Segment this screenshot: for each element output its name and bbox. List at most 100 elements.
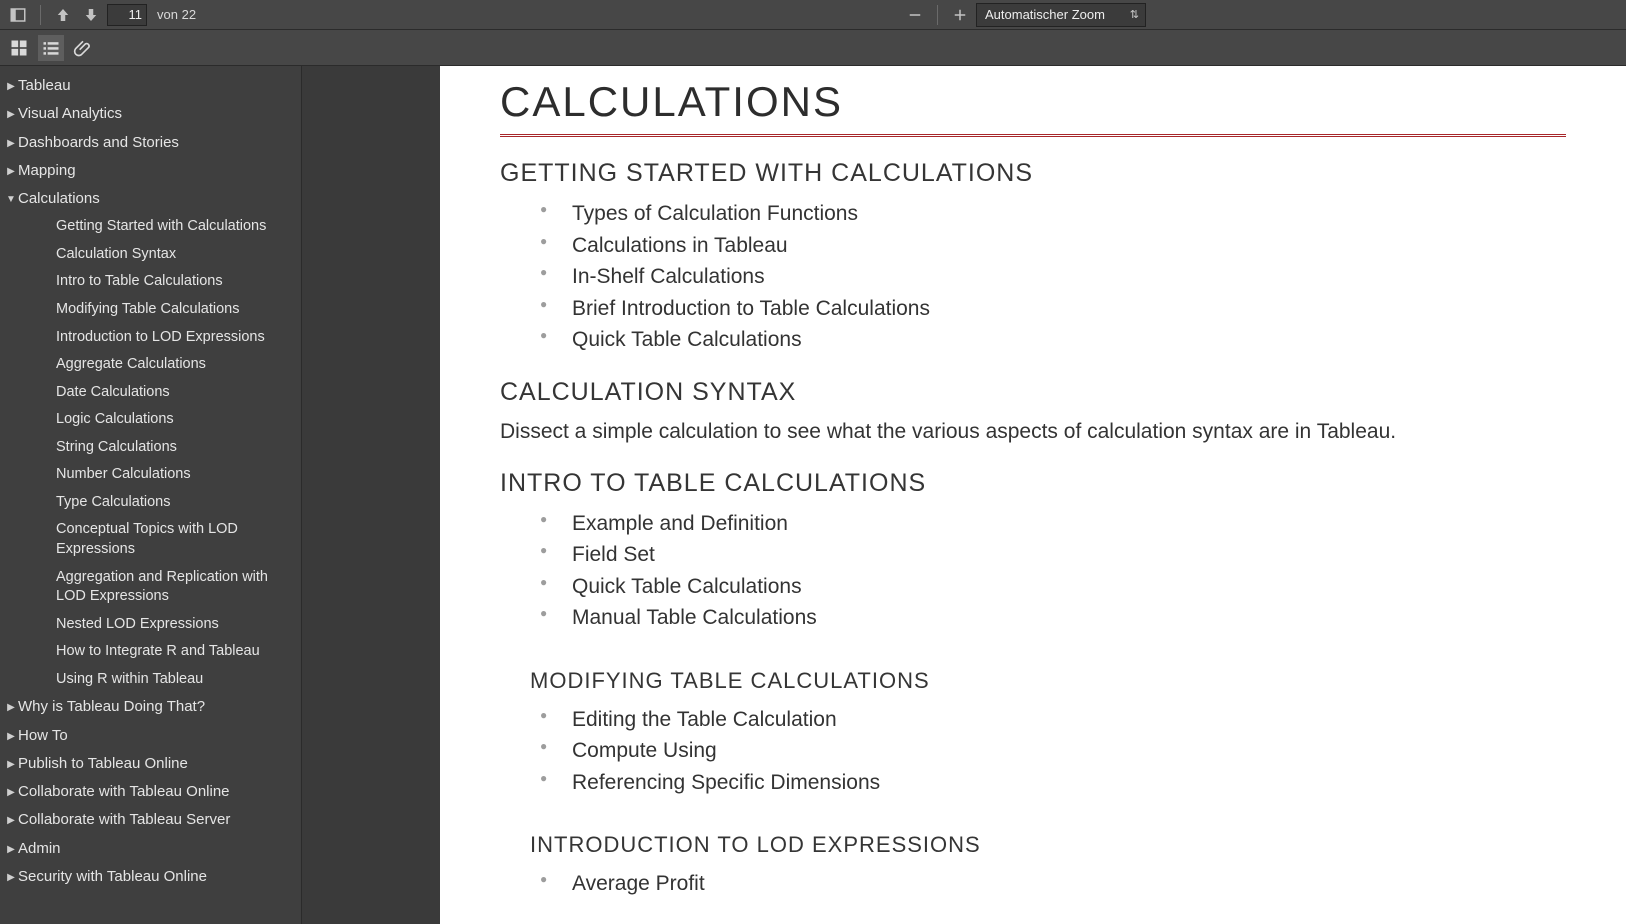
outline-item-label: Admin xyxy=(18,839,295,859)
bullet-item: Quick Table Calculations xyxy=(540,324,1566,356)
attachments-view-button[interactable] xyxy=(70,35,96,61)
outline-subitem[interactable]: ▶Aggregation and Replication with LOD Ex… xyxy=(0,564,301,611)
outline-subitem[interactable]: ▶Nested LOD Expressions xyxy=(0,611,301,639)
outline-item-label: Tableau xyxy=(18,76,295,96)
plus-icon xyxy=(951,6,969,24)
zoom-in-button[interactable] xyxy=(948,3,972,27)
triangle-right-icon[interactable]: ▶ xyxy=(4,758,18,772)
title-underline xyxy=(500,134,1566,137)
outline-item[interactable]: ▶Collaborate with Tableau Online xyxy=(0,778,301,806)
outline-subitem[interactable]: ▶Modifying Table Calculations xyxy=(0,296,301,324)
outline-item[interactable]: ▼Calculations xyxy=(0,185,301,213)
outline-subitem[interactable]: ▶Intro to Table Calculations xyxy=(0,268,301,296)
triangle-right-icon[interactable]: ▶ xyxy=(4,701,18,715)
triangle-right-icon[interactable]: ▶ xyxy=(4,786,18,800)
outline-subitem-label: Date Calculations xyxy=(40,383,295,403)
page-total: 22 xyxy=(182,7,196,22)
bullet-item: Average Profit xyxy=(540,868,1566,900)
bullet-item: Brief Introduction to Table Calculations xyxy=(540,293,1566,325)
outline-subitem-label: Introduction to LOD Expressions xyxy=(40,328,295,348)
page-number-input[interactable] xyxy=(107,4,147,26)
outline-item-label: Why is Tableau Doing That? xyxy=(18,697,295,717)
outline-item[interactable]: ▶Why is Tableau Doing That? xyxy=(0,693,301,721)
zoom-out-button[interactable] xyxy=(903,3,927,27)
triangle-right-icon[interactable]: ▶ xyxy=(4,814,18,828)
outline-view-button[interactable] xyxy=(38,35,64,61)
outline-item-label: Calculations xyxy=(18,189,295,209)
outline-subitem[interactable]: ▶Conceptual Topics with LOD Expressions xyxy=(0,516,301,563)
outline-item[interactable]: ▶Mapping xyxy=(0,157,301,185)
outline-subitem[interactable]: ▶Calculation Syntax xyxy=(0,241,301,269)
outline-subitem-label: String Calculations xyxy=(40,438,295,458)
outline-item-label: Mapping xyxy=(18,161,295,181)
outline-item-label: Security with Tableau Online xyxy=(18,867,295,887)
outline-item[interactable]: ▶Tableau xyxy=(0,72,301,100)
outline-subitem-label: Intro to Table Calculations xyxy=(40,272,295,292)
outline-subitem-label: Modifying Table Calculations xyxy=(40,300,295,320)
outline-subitem[interactable]: ▶Date Calculations xyxy=(0,379,301,407)
outline-subitem[interactable]: ▶Logic Calculations xyxy=(0,406,301,434)
sidebar-mode-bar xyxy=(0,30,1626,66)
section-bullets: Average Profit xyxy=(540,868,1566,900)
bullet-item: Types of Calculation Functions xyxy=(540,198,1566,230)
outline-subitem[interactable]: ▶Getting Started with Calculations xyxy=(0,213,301,241)
outline-subitem[interactable]: ▶Type Calculations xyxy=(0,489,301,517)
outline-item[interactable]: ▶How To xyxy=(0,722,301,750)
section-subheading: MODIFYING TABLE CALCULATIONS xyxy=(530,668,1566,694)
outline-subitem[interactable]: ▶Aggregate Calculations xyxy=(0,351,301,379)
triangle-right-icon[interactable]: ▶ xyxy=(4,108,18,122)
outline-subitem[interactable]: ▶How to Integrate R and Tableau xyxy=(0,638,301,666)
outline-subitem[interactable]: ▶Using R within Tableau xyxy=(0,666,301,694)
zoom-select[interactable]: Automatischer Zoom ⇅ xyxy=(976,3,1146,27)
bullet-item: Referencing Specific Dimensions xyxy=(540,767,1566,799)
document-viewer[interactable]: CALCULATIONS GETTING STARTED WITH CALCUL… xyxy=(302,66,1626,924)
outline-item[interactable]: ▶Admin xyxy=(0,835,301,863)
bullet-item: In-Shelf Calculations xyxy=(540,261,1566,293)
pdf-top-toolbar: von 22 Automatischer Zoom ⇅ xyxy=(0,0,1626,30)
outline-sidebar: ▶Tableau▶Visual Analytics▶Dashboards and… xyxy=(0,66,302,924)
outline-list[interactable]: ▶Tableau▶Visual Analytics▶Dashboards and… xyxy=(0,66,301,924)
triangle-right-icon[interactable]: ▶ xyxy=(4,137,18,151)
outline-item-label: Dashboards and Stories xyxy=(18,133,295,153)
prev-page-button[interactable] xyxy=(51,3,75,27)
page-of-text: von 22 xyxy=(157,7,196,22)
outline-subitem-label: Conceptual Topics with LOD Expressions xyxy=(40,520,295,559)
next-page-button[interactable] xyxy=(79,3,103,27)
sidebar-icon xyxy=(9,6,27,24)
section-bullets: Editing the Table CalculationCompute Usi… xyxy=(540,704,1566,799)
outline-item[interactable]: ▶Visual Analytics xyxy=(0,100,301,128)
outline-item-label: Collaborate with Tableau Online xyxy=(18,782,295,802)
triangle-down-icon[interactable]: ▼ xyxy=(4,193,18,207)
section-bullets: Types of Calculation FunctionsCalculatio… xyxy=(540,198,1566,356)
section-heading: INTRO TO TABLE CALCULATIONS xyxy=(500,469,1566,498)
triangle-right-icon[interactable]: ▶ xyxy=(4,730,18,744)
list-icon xyxy=(41,38,61,58)
outline-item[interactable]: ▶Dashboards and Stories xyxy=(0,129,301,157)
outline-subitem[interactable]: ▶Introduction to LOD Expressions xyxy=(0,324,301,352)
section-heading: CALCULATION SYNTAX xyxy=(500,378,1566,407)
chevron-updown-icon: ⇅ xyxy=(1130,8,1139,21)
outline-item[interactable]: ▶Publish to Tableau Online xyxy=(0,750,301,778)
outline-subitem-label: Number Calculations xyxy=(40,465,295,485)
outline-subitem[interactable]: ▶Number Calculations xyxy=(0,461,301,489)
outline-subitem-label: Aggregate Calculations xyxy=(40,355,295,375)
outline-item[interactable]: ▶Security with Tableau Online xyxy=(0,863,301,891)
section-heading: GETTING STARTED WITH CALCULATIONS xyxy=(500,159,1566,188)
triangle-right-icon[interactable]: ▶ xyxy=(4,871,18,885)
outline-item[interactable]: ▶Collaborate with Tableau Server xyxy=(0,806,301,834)
outline-item-label: Publish to Tableau Online xyxy=(18,754,295,774)
bullet-item: Quick Table Calculations xyxy=(540,571,1566,603)
outline-subitem[interactable]: ▶String Calculations xyxy=(0,434,301,462)
triangle-right-icon[interactable]: ▶ xyxy=(4,165,18,179)
bullet-item: Editing the Table Calculation xyxy=(540,704,1566,736)
paperclip-icon xyxy=(73,38,93,58)
triangle-right-icon[interactable]: ▶ xyxy=(4,843,18,857)
outline-subitem-label: Nested LOD Expressions xyxy=(40,615,295,635)
outline-subitem-label: Type Calculations xyxy=(40,493,295,513)
triangle-right-icon[interactable]: ▶ xyxy=(4,80,18,94)
toggle-sidebar-button[interactable] xyxy=(6,3,30,27)
outline-subitem-label: Getting Started with Calculations xyxy=(40,217,295,237)
thumbnails-view-button[interactable] xyxy=(6,35,32,61)
arrow-down-icon xyxy=(82,6,100,24)
outline-subitem-label: Using R within Tableau xyxy=(40,670,295,690)
